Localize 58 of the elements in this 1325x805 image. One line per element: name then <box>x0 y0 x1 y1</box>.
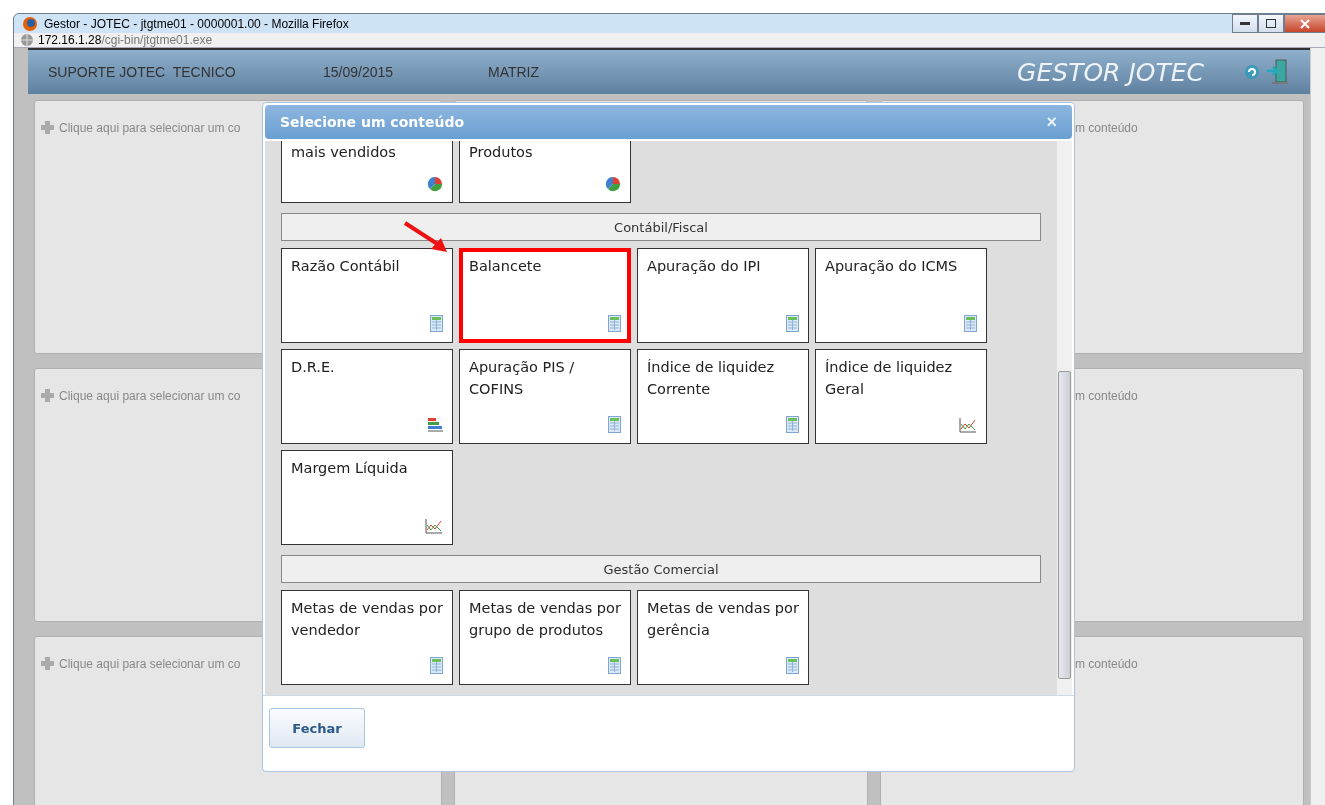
address-field[interactable]: 172.16.1.28/cgi-bin/jtgtme01.exe <box>38 33 213 47</box>
content-tile[interactable]: Apuração PIS / COFINS <box>459 349 631 444</box>
panel-hint: m conteúdo <box>1075 389 1138 403</box>
pie-chart-icon <box>427 176 443 192</box>
minimize-button[interactable] <box>1232 14 1258 33</box>
spreadsheet-icon <box>430 315 443 332</box>
line-chart-icon <box>959 417 977 433</box>
spreadsheet-icon <box>608 657 621 674</box>
spreadsheet-icon <box>608 416 621 433</box>
panel-hint: Clique aqui para selecionar um co <box>59 121 241 135</box>
date-text: 15/09/2015 <box>323 64 395 80</box>
panel-hint: m conteúdo <box>1075 121 1138 135</box>
browser-logo-icon <box>22 15 38 32</box>
refresh-icon[interactable] <box>1244 64 1260 80</box>
content-tile[interactable]: Metas de vendas por gerência <box>637 590 809 685</box>
content-tile[interactable]: D.R.E. <box>281 349 453 444</box>
panel-hint: Clique aqui para selecionar um co <box>59 389 241 403</box>
content-tile[interactable]: Metas de vendas por grupo de produtos <box>459 590 631 685</box>
spreadsheet-icon <box>608 315 621 332</box>
maximize-button[interactable] <box>1258 14 1284 33</box>
spreadsheet-icon <box>430 657 443 674</box>
spreadsheet-icon <box>786 416 799 433</box>
spreadsheet-icon <box>786 315 799 332</box>
section-header: Gestão Comercial <box>281 555 1041 583</box>
page-scrollbar[interactable] <box>1310 48 1325 805</box>
maximize-icon <box>1266 19 1276 28</box>
minimize-icon <box>1240 21 1250 26</box>
line-chart-icon <box>425 518 443 534</box>
close-button[interactable] <box>1284 14 1325 33</box>
plus-icon <box>41 389 54 402</box>
window-title: Gestor - JOTEC - jtgtme01 - 0000001.00 - Mozilla Firefox <box>44 16 349 31</box>
section-header: Contábil/Fiscal <box>281 213 1041 241</box>
content-tile[interactable]: Apuração do IPI <box>637 248 809 343</box>
content-tile[interactable]: Razão Contábil <box>281 248 453 343</box>
plus-icon <box>41 121 54 134</box>
logo-text: GESTOR JOTEC <box>1017 57 1204 87</box>
dialog-scrollbar[interactable] <box>1057 141 1072 695</box>
bar-chart-icon <box>427 417 443 433</box>
spreadsheet-icon <box>786 657 799 674</box>
content-tile[interactable]: Metas de vendas por vendedor <box>281 590 453 685</box>
close-dialog-button[interactable]: Fechar <box>269 708 365 748</box>
content-tile[interactable]: Margem Líquida <box>281 450 453 545</box>
content-tile[interactable]: Apuração do ICMS <box>815 248 987 343</box>
content-tile[interactable]: Índice de liquidez Corrente <box>637 349 809 444</box>
pie-chart-icon <box>605 176 621 192</box>
panel-hint: m conteúdo <box>1075 657 1138 671</box>
branch-name: MATRIZ <box>488 64 541 80</box>
content-tile[interactable]: Balancete <box>459 248 631 343</box>
plus-icon <box>41 657 54 670</box>
content-tile[interactable]: Produtos <box>459 141 631 203</box>
content-tile[interactable]: Índice de liquidez Geral <box>815 349 987 444</box>
close-icon <box>1300 18 1310 29</box>
globe-icon <box>20 33 34 47</box>
content-tile[interactable]: mais vendidos <box>281 141 453 203</box>
spreadsheet-icon <box>964 315 977 332</box>
exit-door-icon[interactable] <box>1266 59 1290 85</box>
user-name: SUPORTE JOTEC TECNICO <box>48 64 237 80</box>
panel-hint: Clique aqui para selecionar um co <box>59 657 241 671</box>
